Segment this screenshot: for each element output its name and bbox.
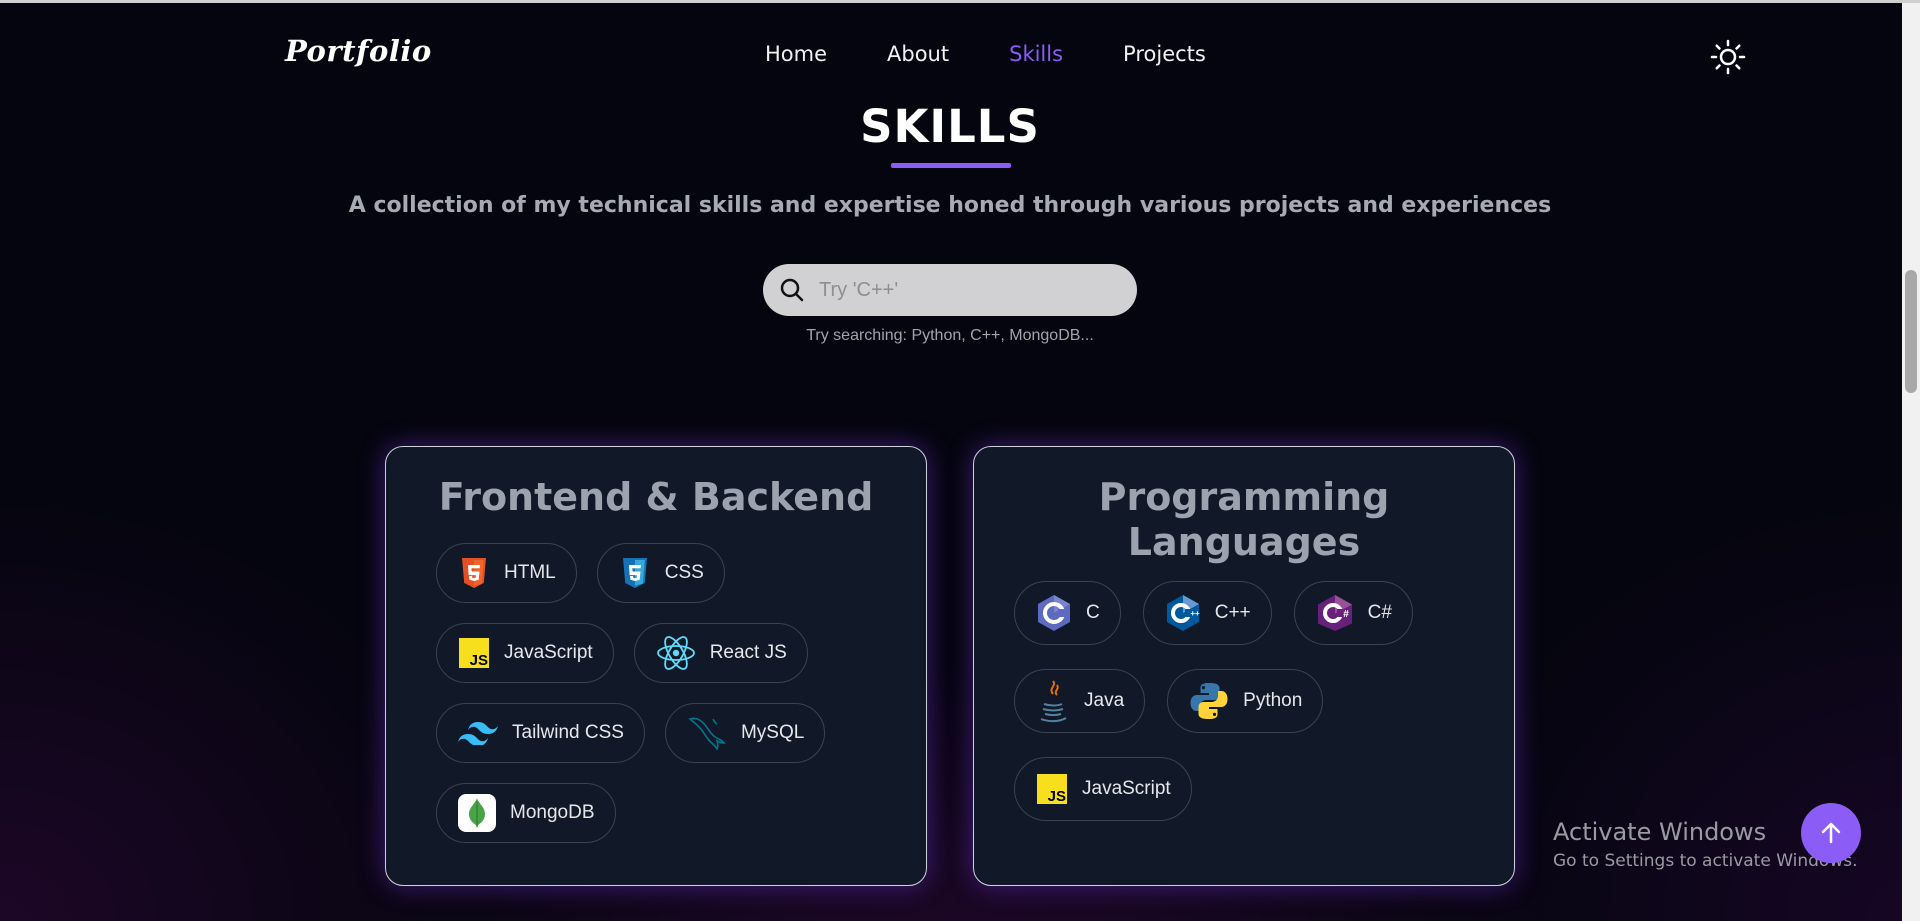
react-icon <box>656 636 696 670</box>
skill-chip-react[interactable]: React JS <box>633 623 808 683</box>
skill-label: C# <box>1367 602 1392 623</box>
skill-label: MongoDB <box>510 802 595 823</box>
section-subtitle: A collection of my technical skills and … <box>348 193 1552 218</box>
skill-chip-java[interactable]: Java <box>1014 669 1146 733</box>
skill-chip-list: HTML CSS JS JavaScript React JS Tailwind… <box>436 543 896 843</box>
nav-item-about[interactable]: About <box>887 42 949 66</box>
page-scrollbar[interactable] <box>1902 3 1920 921</box>
skill-label: CSS <box>664 562 704 583</box>
java-icon <box>1036 679 1070 723</box>
skill-chip-html[interactable]: HTML <box>436 543 577 603</box>
tailwind-icon <box>458 717 498 749</box>
section-title: SKILLS <box>860 100 1040 153</box>
skill-label: C <box>1086 602 1100 623</box>
search-icon <box>780 278 804 302</box>
nav-item-home[interactable]: Home <box>765 42 827 66</box>
javascript-icon: JS <box>1036 773 1068 805</box>
svg-text:#: # <box>1343 609 1349 620</box>
csharp-icon: # <box>1316 594 1354 632</box>
nav-item-skills[interactable]: Skills <box>1009 42 1063 66</box>
skill-label: HTML <box>504 562 556 583</box>
skill-chip-javascript[interactable]: JS JavaScript <box>1014 757 1192 821</box>
svg-text:JS: JS <box>470 652 488 668</box>
skill-label: JavaScript <box>504 642 593 663</box>
javascript-icon: JS <box>458 637 490 669</box>
skill-label: Tailwind CSS <box>512 722 624 743</box>
svg-text:++: ++ <box>1190 609 1200 618</box>
window-top-border <box>0 0 1920 3</box>
scroll-to-top-button[interactable] <box>1801 803 1861 863</box>
mongodb-icon <box>458 794 496 832</box>
sun-icon <box>1710 39 1746 75</box>
svg-text:JS: JS <box>1048 788 1066 804</box>
scrollbar-thumb[interactable] <box>1905 270 1917 393</box>
logo[interactable]: Portfolio <box>285 34 432 68</box>
css3-icon <box>619 557 651 589</box>
card-title-line-2: Languages <box>1127 520 1361 564</box>
python-icon <box>1189 681 1229 721</box>
main-nav: Home About Skills Projects <box>765 42 1206 66</box>
skill-label: Python <box>1243 690 1303 711</box>
mysql-icon <box>687 717 727 751</box>
c-icon <box>1036 594 1072 632</box>
skill-label: React JS <box>709 642 787 663</box>
search-input[interactable] <box>817 277 1121 303</box>
skill-chip-mysql[interactable]: MySQL <box>664 703 826 763</box>
cpp-icon: ++ <box>1165 594 1201 632</box>
skill-chip-csharp[interactable]: # C# <box>1293 581 1413 645</box>
arrow-up-icon <box>1821 822 1841 844</box>
card-title: Programming Languages <box>974 475 1514 565</box>
skill-chip-cpp[interactable]: ++ C++ <box>1142 581 1272 645</box>
card-title-line-1: Programming <box>1098 475 1390 519</box>
skill-chip-python[interactable]: Python <box>1167 669 1324 733</box>
skill-label: Java <box>1084 690 1125 711</box>
html5-icon <box>458 557 490 589</box>
skill-chip-javascript[interactable]: JS JavaScript <box>436 623 614 683</box>
skill-chip-css[interactable]: CSS <box>596 543 725 603</box>
skill-chip-mongodb[interactable]: MongoDB <box>436 783 616 843</box>
card-title: Frontend & Backend <box>438 475 874 519</box>
skill-chip-tailwind[interactable]: Tailwind CSS <box>436 703 645 763</box>
skills-card-programming-languages: Programming Languages C ++ C++ # C# Java <box>973 446 1515 886</box>
skill-chip-list: C ++ C++ # C# Java Python JS JavaScript <box>1014 581 1484 821</box>
search-hint: Try searching: Python, C++, MongoDB... <box>806 327 1094 344</box>
title-underline <box>891 163 1011 168</box>
skill-label: MySQL <box>740 722 805 743</box>
skill-label: C++ <box>1214 602 1251 623</box>
nav-item-projects[interactable]: Projects <box>1123 42 1206 66</box>
skills-card-frontend-backend: Frontend & Backend HTML CSS JS JavaScrip… <box>385 446 927 886</box>
skill-chip-c[interactable]: C <box>1014 581 1121 645</box>
theme-toggle-button[interactable] <box>1710 39 1746 75</box>
skill-search-box <box>763 264 1137 316</box>
skill-label: JavaScript <box>1082 778 1171 799</box>
